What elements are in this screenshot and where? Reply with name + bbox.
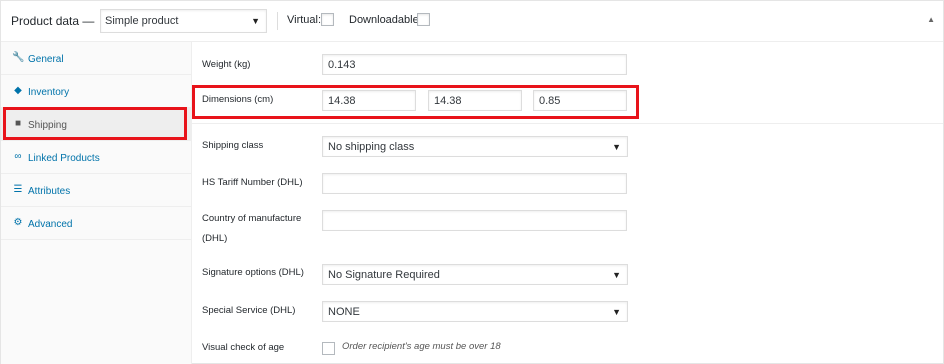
tab-linked-products[interactable]: ∞ Linked Products: [1, 141, 191, 174]
product-data-tabs: 🔧 General ◆ Inventory ■ Shipping ∞ Linke…: [1, 42, 192, 364]
visual-check-description: Order recipient's age must be over 18: [342, 341, 501, 352]
list-icon: ☰: [13, 184, 23, 195]
weight-value: 0.143: [328, 59, 356, 71]
visual-check-label: Visual check of age: [202, 342, 285, 353]
downloadable-checkbox[interactable]: [417, 13, 430, 26]
collapse-toggle-icon[interactable]: ▲: [927, 15, 935, 24]
shipping-tab-highlight: [3, 107, 187, 140]
tab-label: Linked Products: [28, 153, 100, 164]
chevron-down-icon: ▼: [251, 16, 260, 26]
tab-advanced[interactable]: ⚙ Advanced: [1, 207, 191, 240]
special-service-value: NONE: [328, 306, 360, 318]
visual-check-checkbox[interactable]: [322, 342, 335, 355]
chevron-down-icon: ▼: [612, 142, 621, 152]
link-icon: ∞: [14, 151, 22, 162]
gear-icon: ⚙: [13, 217, 23, 228]
tab-label: General: [28, 54, 64, 65]
special-service-select[interactable]: NONE ▼: [322, 301, 628, 322]
signature-select[interactable]: No Signature Required ▼: [322, 264, 628, 285]
signature-label: Signature options (DHL): [202, 267, 304, 278]
special-service-label: Special Service (DHL): [202, 305, 296, 316]
country-label-line1: Country of manufacture: [202, 213, 302, 224]
tab-attributes[interactable]: ☰ Attributes: [1, 174, 191, 207]
chevron-down-icon: ▼: [612, 270, 621, 280]
shipping-class-label: Shipping class: [202, 140, 264, 151]
product-data-title: Product data —: [11, 14, 95, 28]
hs-tariff-label: HS Tariff Number (DHL): [202, 177, 303, 188]
dimensions-highlight: [192, 85, 639, 119]
weight-label: Weight (kg): [202, 59, 251, 70]
tab-general[interactable]: 🔧 General: [1, 42, 191, 75]
tab-label: Advanced: [28, 219, 73, 230]
product-data-panel: Product data — Simple product ▼ Virtual:…: [0, 0, 944, 364]
weight-input[interactable]: 0.143: [322, 54, 627, 75]
product-type-select[interactable]: Simple product ▼: [100, 9, 267, 33]
tag-icon: ◆: [14, 85, 22, 96]
shipping-options-panel: Weight (kg) 0.143 Dimensions (cm) 14.38 …: [192, 42, 943, 364]
shipping-class-value: No shipping class: [328, 141, 415, 153]
virtual-label: Virtual:: [287, 14, 322, 26]
wrench-icon: 🔧: [12, 52, 25, 63]
tab-label: Inventory: [28, 87, 70, 98]
virtual-checkbox[interactable]: [321, 13, 334, 26]
country-input[interactable]: [322, 210, 627, 231]
header-separator: [277, 12, 278, 30]
hs-tariff-input[interactable]: [322, 173, 627, 194]
section-divider: [192, 123, 943, 124]
product-data-header: Product data — Simple product ▼ Virtual:…: [1, 1, 943, 42]
tab-label: Attributes: [28, 186, 71, 197]
shipping-class-select[interactable]: No shipping class ▼: [322, 136, 628, 157]
signature-value: No Signature Required: [328, 269, 440, 281]
product-type-value: Simple product: [105, 15, 179, 27]
country-label-line2: (DHL): [202, 233, 228, 244]
chevron-down-icon: ▼: [612, 307, 621, 317]
downloadable-label: Downloadable:: [349, 14, 422, 26]
tab-inventory[interactable]: ◆ Inventory: [1, 75, 191, 108]
